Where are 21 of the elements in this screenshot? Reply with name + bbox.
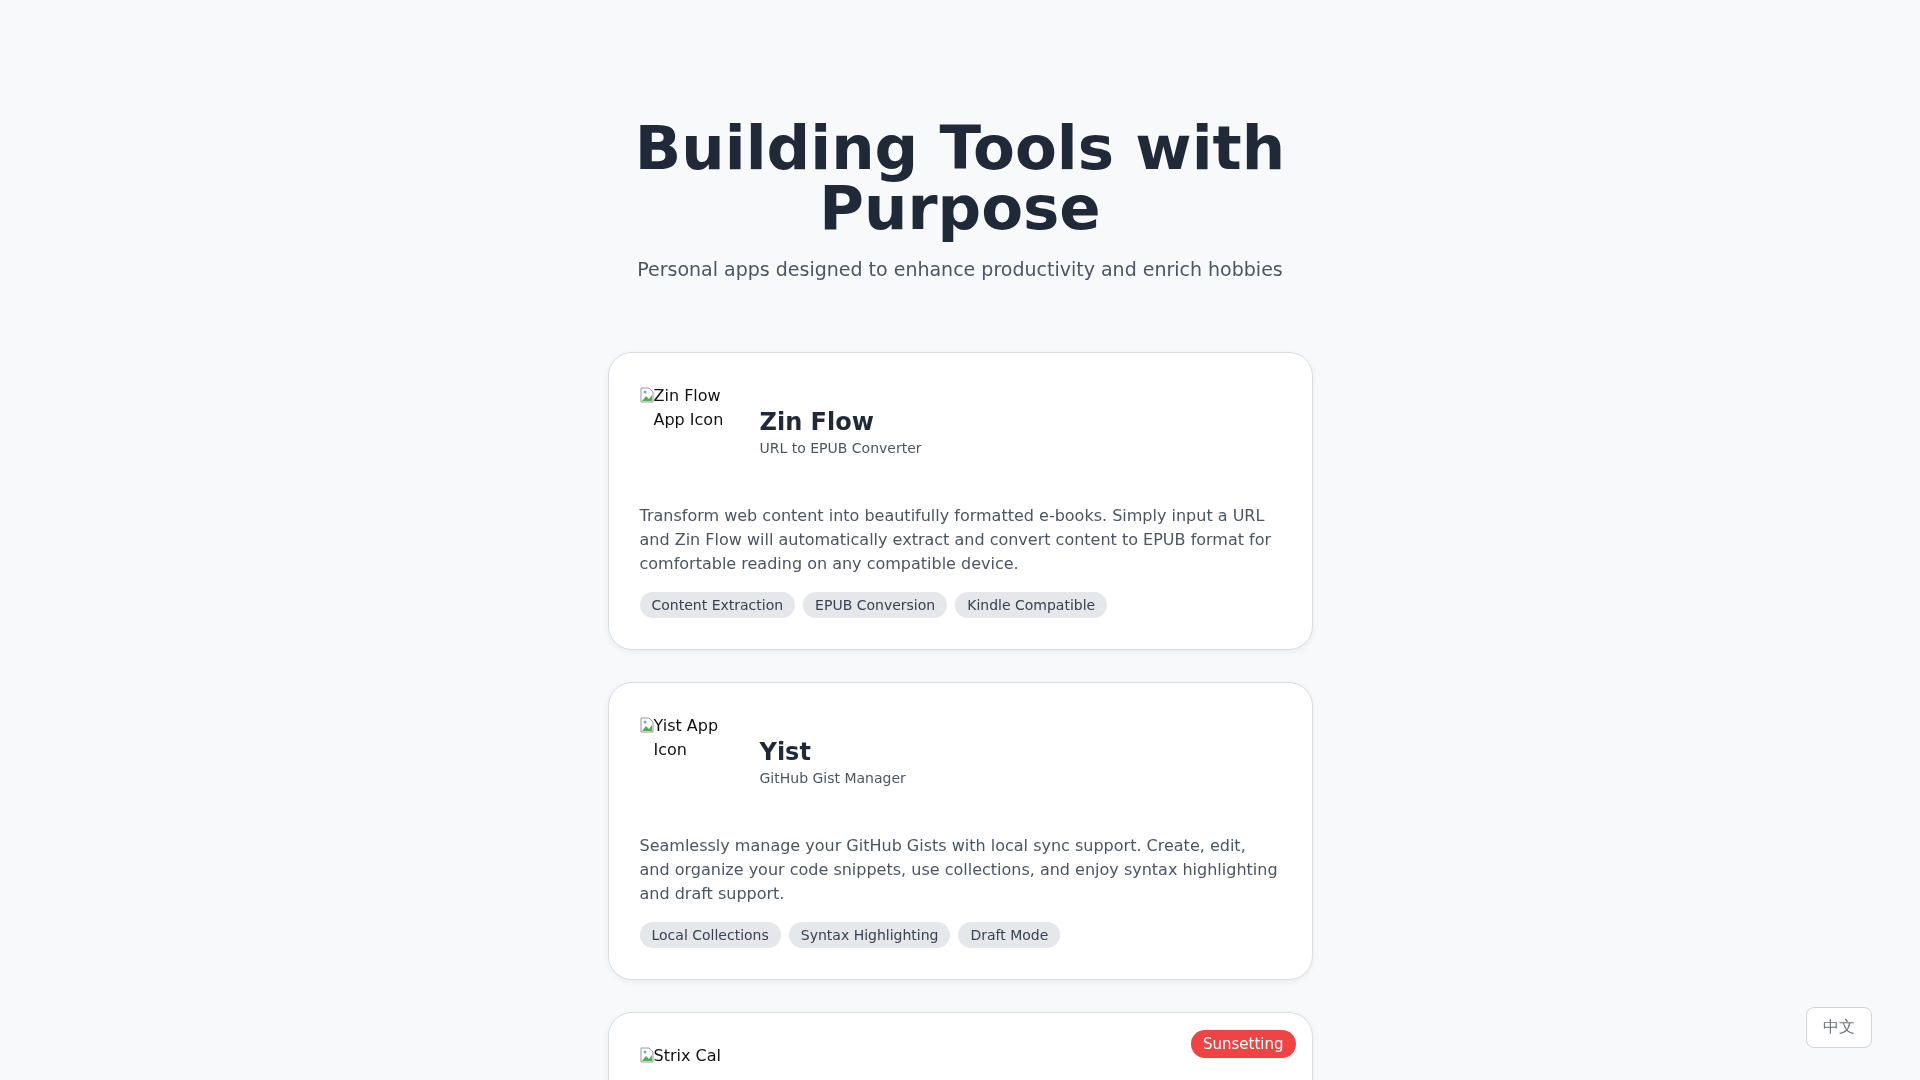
feature-tag: Draft Mode [958, 922, 1061, 948]
status-badge: Sunsetting [1190, 1030, 1296, 1058]
app-tagline: URL to EPUB Converter [759, 440, 922, 456]
feature-tag: Kindle Compatible [955, 592, 1108, 618]
app-description: Seamlessly manage your GitHub Gists with local sync support. Create, edit, and organize your code snippets, use collections, and enjoy syntax highlighting and draft support. [639, 835, 1279, 905]
image-alt-text: Yist App Icon [653, 715, 720, 761]
feature-tag: Content Extraction [639, 592, 796, 618]
broken-image-icon [639, 387, 654, 403]
app-description: Transform web content into beautifully formatted e-books. Simply input a URL and Zin Flow will automatically extract and convert content to EPUB format for comfortable reading on any compatible device. [639, 505, 1273, 575]
language-button[interactable]: 中文 [1806, 1007, 1872, 1048]
image-alt-text: Strix Cal [653, 1045, 721, 1067]
broken-image-icon [639, 1047, 654, 1063]
feature-tag: Syntax Highlighting [788, 922, 951, 948]
app-tagline: GitHub Gist Manager [759, 770, 906, 786]
app-name: Yist [759, 738, 812, 766]
app-name: Zin Flow [759, 408, 875, 436]
image-alt-text: Zin Flow App Icon [653, 385, 725, 431]
feature-tag: Local Collections [639, 922, 781, 948]
broken-image-icon [639, 717, 654, 733]
page-subtitle: Personal apps designed to enhance productivity and enrich hobbies [637, 258, 1283, 280]
feature-tag: EPUB Conversion [803, 592, 948, 618]
